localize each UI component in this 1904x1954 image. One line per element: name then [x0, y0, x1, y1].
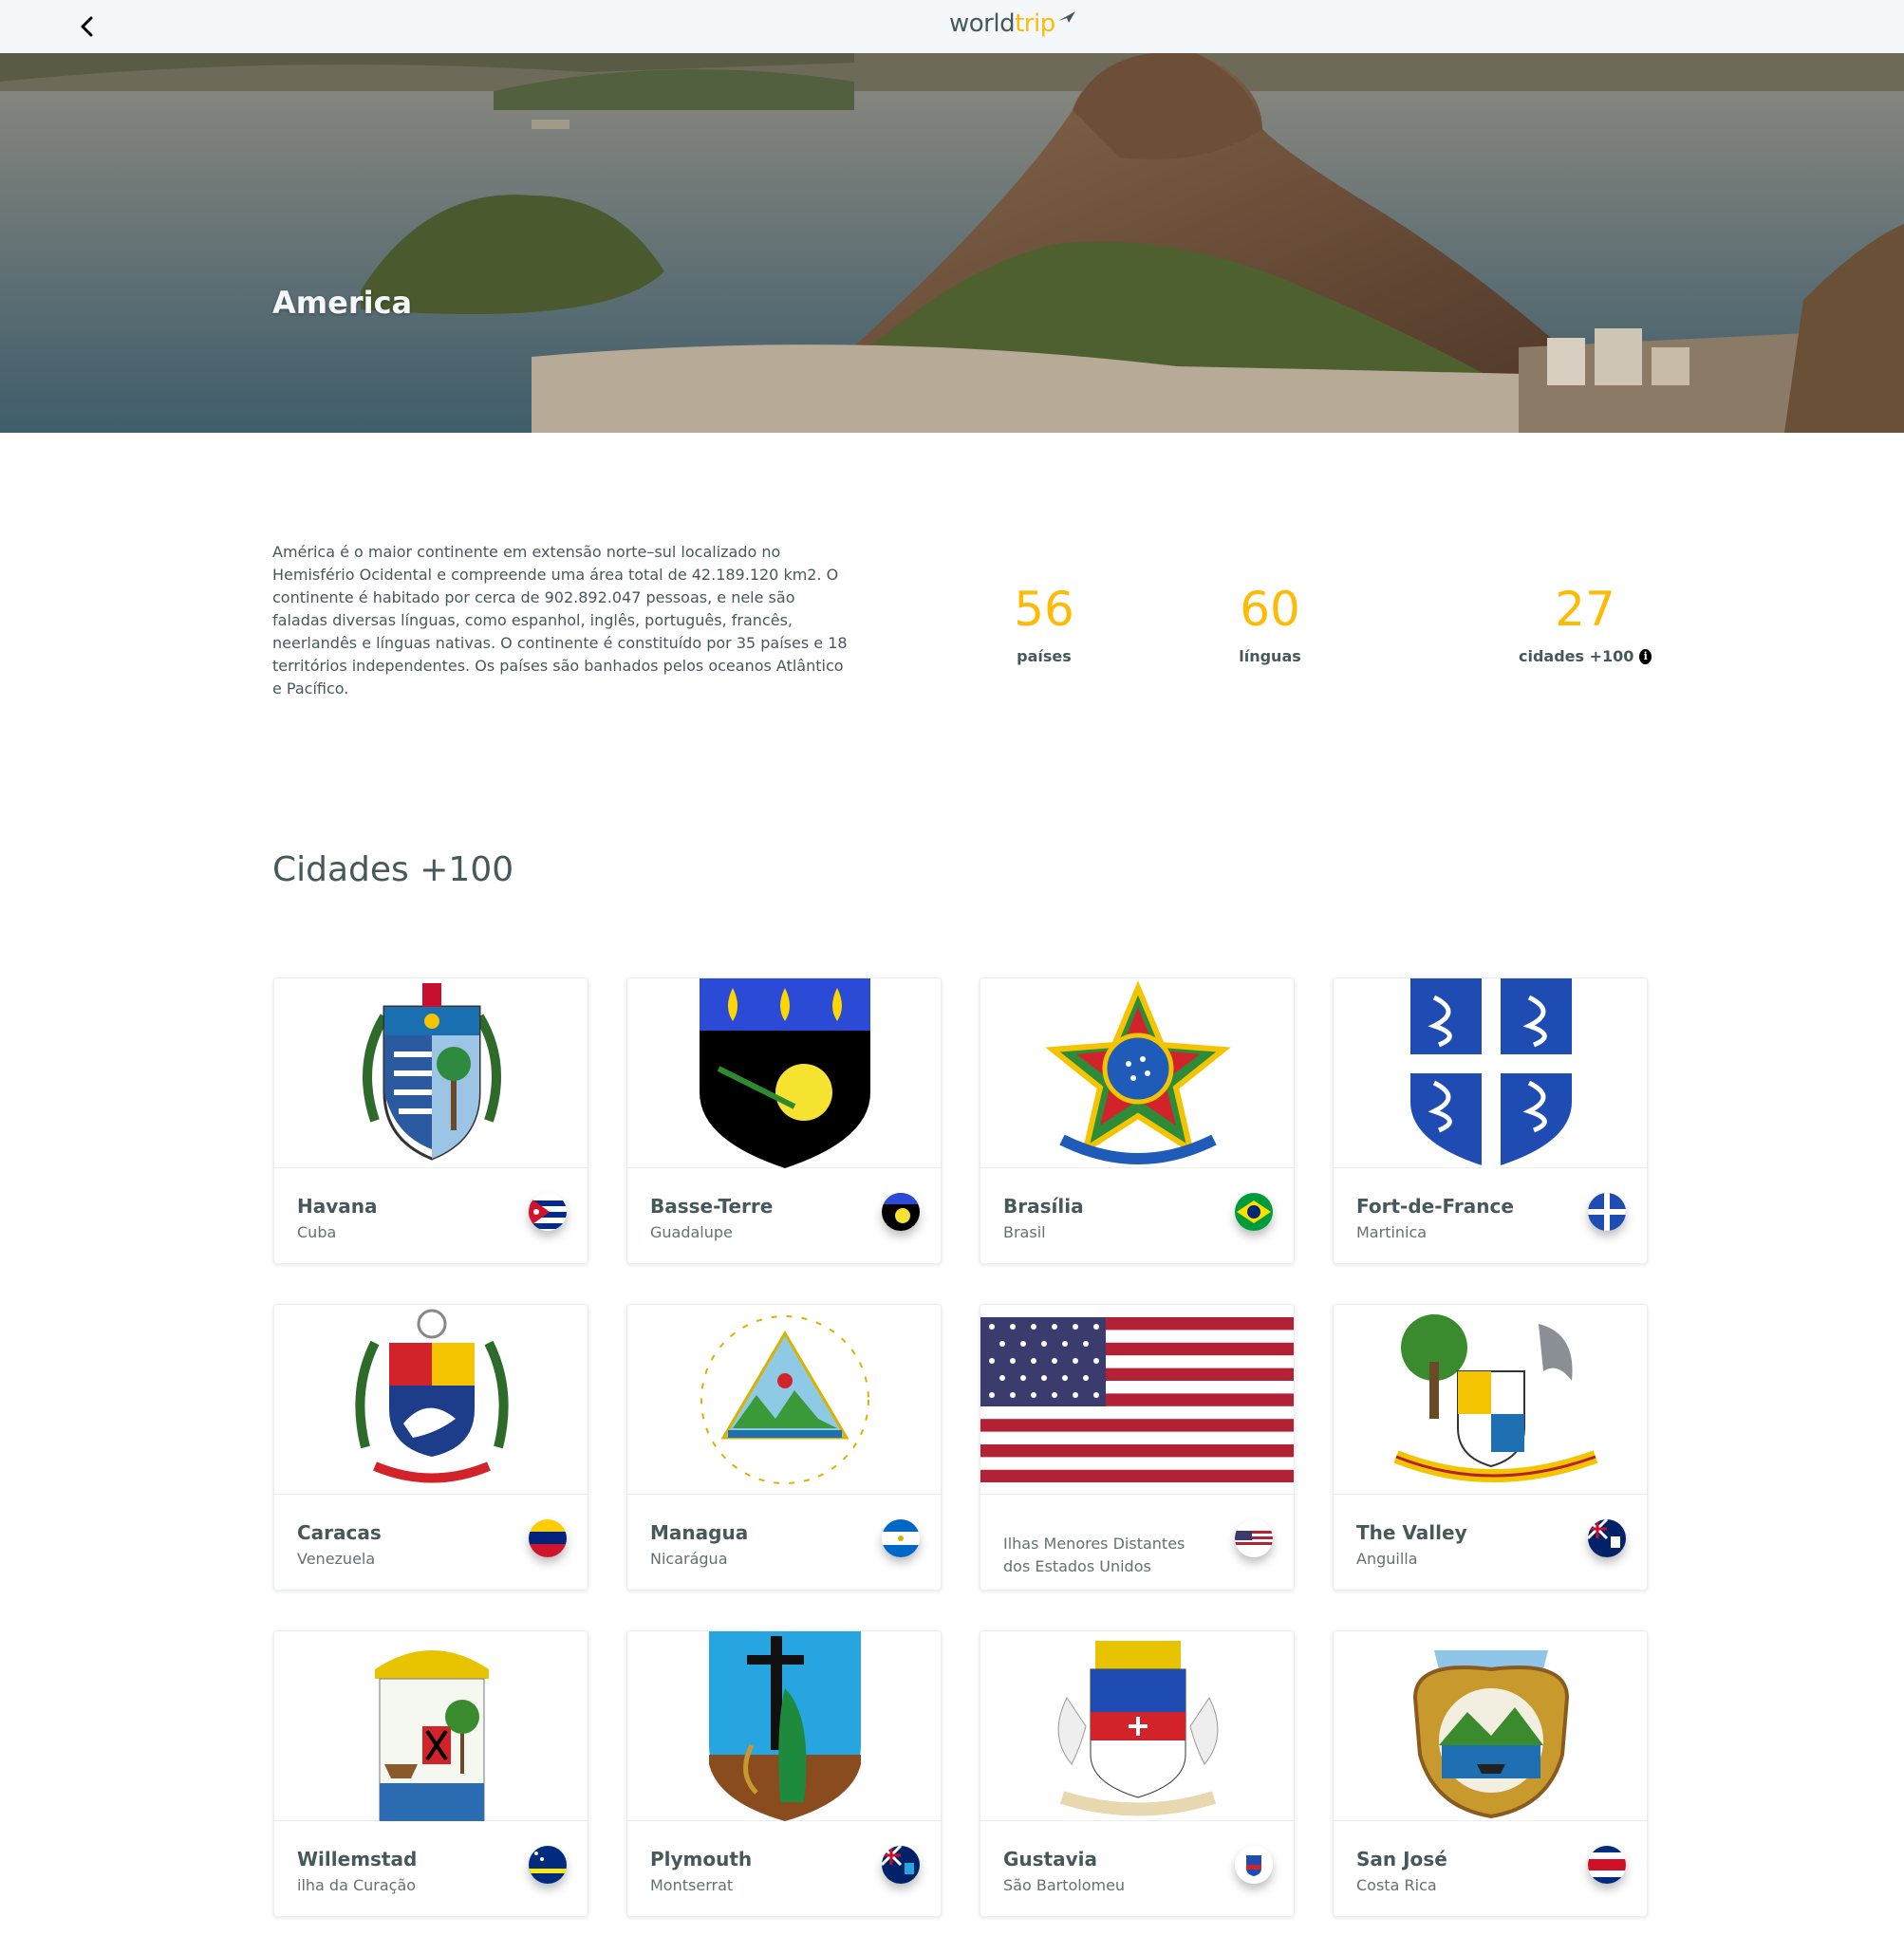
curacao-flag-icon [529, 1846, 567, 1884]
city-name: Fort-de-France [1356, 1195, 1514, 1218]
city-card[interactable]: Brasília Brasil [980, 977, 1295, 1264]
hero-title: America [272, 285, 413, 321]
city-card[interactable]: Gustavia São Bartolomeu [980, 1630, 1295, 1917]
brazil-coat-of-arms-image [980, 978, 1294, 1168]
logo-word: world [949, 9, 1016, 38]
saint-barthelemy-flag-icon [1235, 1846, 1273, 1884]
brazil-flag-icon [1235, 1193, 1273, 1231]
city-name: Caracas [297, 1521, 382, 1544]
stats-row: 56 países 60 línguas 27 cidades +100 i [987, 581, 1652, 685]
martinique-flag-icon [1588, 1193, 1626, 1231]
city-card[interactable]: Managua Nicarágua [626, 1304, 942, 1591]
city-name: Basse-Terre [650, 1195, 774, 1218]
cuba-coat-of-arms-image [274, 978, 588, 1168]
martinique-coat-of-arms-image [1334, 978, 1647, 1168]
top-header: world trip [0, 0, 1904, 53]
hero-banner: America [0, 53, 1904, 433]
nicaragua-coat-of-arms-image [627, 1305, 941, 1495]
city-card[interactable]: The Valley Anguilla [1333, 1304, 1648, 1591]
rio-de-janeiro-landscape-image [0, 53, 1904, 433]
venezuela-flag-icon [529, 1519, 567, 1557]
usa-flag-icon [1235, 1519, 1273, 1557]
nicaragua-flag-icon [882, 1519, 920, 1557]
city-name: San José [1356, 1848, 1447, 1870]
city-name: Brasília [1003, 1195, 1084, 1218]
anguilla-coat-of-arms-image [1334, 1305, 1647, 1495]
venezuela-coat-of-arms-image [274, 1305, 588, 1495]
city-card[interactable]: Basse-Terre Guadalupe [626, 977, 942, 1264]
city-card[interactable]: Caracas Venezuela [273, 1304, 588, 1591]
country-name: Costa Rica [1356, 1876, 1437, 1894]
country-name: Martinica [1356, 1223, 1428, 1241]
continent-description: América é o maior continente em extensão… [272, 543, 848, 698]
city-card[interactable]: San José Costa Rica [1333, 1630, 1648, 1917]
montserrat-flag-icon [882, 1846, 920, 1884]
stat-value: 60 [1240, 582, 1300, 637]
city-name: Gustavia [1003, 1848, 1098, 1870]
stat-value: 56 [1014, 582, 1074, 637]
city-card[interactable]: Willemstad ilha da Curação [273, 1630, 588, 1917]
anguilla-flag-icon [1588, 1519, 1626, 1557]
country-name: Anguilla [1356, 1550, 1418, 1568]
montserrat-coat-of-arms-image [627, 1631, 941, 1821]
city-card[interactable]: Havana Cuba [273, 977, 588, 1264]
costa-rica-coat-of-arms-image [1334, 1631, 1647, 1821]
stat-languages: 60 línguas [1232, 581, 1308, 665]
city-name: Plymouth [650, 1848, 753, 1870]
guadeloupe-flag-icon [882, 1193, 920, 1231]
worldtrip-logo[interactable]: world trip [949, 9, 1076, 44]
city-name: Managua [650, 1521, 749, 1544]
cuba-flag-icon [529, 1193, 567, 1231]
city-card[interactable]: Ilhas Menores Distantes dos Estados Unid… [980, 1304, 1295, 1591]
curacao-coat-of-arms-image [274, 1631, 588, 1821]
city-card[interactable]: Plymouth Montserrat [626, 1630, 942, 1917]
stat-label: línguas [1239, 647, 1301, 665]
city-name: Havana [297, 1195, 378, 1218]
guadeloupe-coat-of-arms-image [627, 978, 941, 1168]
saint-barthelemy-coat-of-arms-image [980, 1631, 1294, 1821]
stat-label-row: cidades +100 i [1519, 647, 1652, 665]
section-title: Cidades +100 [272, 850, 514, 889]
city-name: Willemstad [297, 1848, 418, 1870]
airplane-icon [1057, 11, 1075, 23]
stat-value: 27 [1555, 582, 1615, 637]
stat-countries: 56 países [1006, 581, 1082, 665]
country-name: Nicarágua [650, 1550, 728, 1568]
country-name: Ilhas Menores Distantes dos Estados Unid… [1003, 1535, 1185, 1575]
stat-cities: 27 cidades +100 i [1519, 581, 1652, 665]
info-icon[interactable]: i [1639, 648, 1652, 664]
stat-label: países [1017, 647, 1072, 665]
country-name: Cuba [297, 1223, 337, 1241]
stat-label: cidades +100 [1519, 647, 1634, 665]
country-name: Guadalupe [650, 1223, 733, 1241]
country-name: Brasil [1003, 1223, 1046, 1241]
logo-accent: trip [1015, 9, 1055, 38]
country-name: ilha da Curação [297, 1876, 417, 1894]
city-card[interactable]: Fort-de-France Martinica [1333, 977, 1648, 1264]
country-name: Venezuela [297, 1550, 376, 1568]
chevron-left-icon[interactable] [72, 11, 103, 42]
usa-flag-image [980, 1305, 1294, 1495]
costa-rica-flag-icon [1588, 1846, 1626, 1884]
city-name: The Valley [1356, 1521, 1467, 1544]
country-name: Montserrat [650, 1876, 734, 1894]
country-name: São Bartolomeu [1003, 1876, 1126, 1894]
